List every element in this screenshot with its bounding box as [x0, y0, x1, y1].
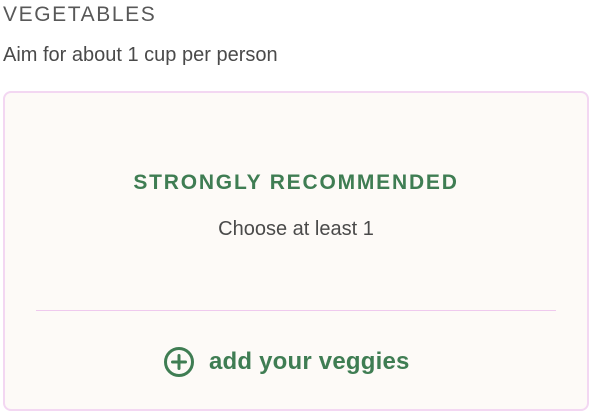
plus-circle-icon: [164, 347, 194, 377]
selection-instruction: Choose at least 1: [218, 218, 374, 240]
add-veggies-button[interactable]: add your veggies: [163, 345, 410, 379]
recommendation-tag: STRONGLY RECOMMENDED: [133, 171, 459, 194]
section-heading: VEGETABLES: [3, 3, 157, 26]
card-divider: [36, 310, 556, 311]
section-subtitle: Aim for about 1 cup per person: [3, 44, 278, 66]
add-veggies-label: add your veggies: [209, 348, 410, 375]
vegetables-selection-card: STRONGLY RECOMMENDED Choose at least 1 a…: [3, 91, 589, 411]
